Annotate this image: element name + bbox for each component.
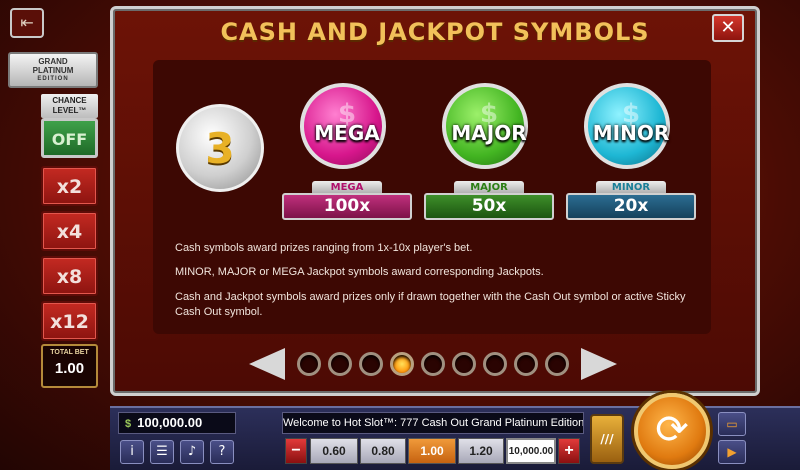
page-dot[interactable]	[545, 352, 569, 376]
menu-button[interactable]: ☰	[150, 440, 174, 464]
jackpot-amount: 50x	[424, 193, 554, 220]
plus-icon: +	[564, 442, 574, 459]
chance-x12-button[interactable]: x12	[41, 301, 98, 341]
page-dot[interactable]	[452, 352, 476, 376]
next-page-arrow[interactable]	[581, 348, 617, 380]
cash-symbol: 3	[176, 104, 264, 192]
stake-option[interactable]: 10,000.00	[506, 438, 556, 464]
total-bet-box: TOTAL BET 1.00	[41, 344, 98, 388]
spin-button[interactable]: ⟳	[634, 393, 710, 469]
speaker-icon: ♪	[187, 444, 197, 459]
page-dot[interactable]	[328, 352, 352, 376]
chance-off-button[interactable]: OFF	[41, 118, 98, 158]
description-line: Cash symbols award prizes ranging from 1…	[175, 242, 473, 254]
exit-icon: ⇤	[20, 13, 34, 32]
edition-line1: GRAND	[38, 57, 68, 66]
page-dot[interactable]	[514, 352, 538, 376]
gamble-button[interactable]: ▭	[718, 412, 746, 436]
autoplay-button[interactable]: ///	[590, 414, 624, 464]
edition-badge: GRAND PLATINUM EDITION	[8, 52, 98, 88]
total-bet-value: 1.00	[54, 360, 85, 377]
stake-option-selected[interactable]: 1.00	[408, 438, 456, 464]
jackpot-amount: 20x	[566, 193, 696, 220]
welcome-ticker: Welcome to Hot Slot™: 777 Cash Out Grand…	[282, 412, 584, 434]
help-button[interactable]: ?	[210, 440, 234, 464]
major-jackpot: MAJOR 50x	[424, 181, 554, 221]
description-line: MINOR, MAJOR or MEGA Jackpot symbols awa…	[175, 266, 544, 278]
question-icon: ?	[218, 444, 226, 459]
mega-coin-label: MEGA	[314, 121, 380, 145]
info-icon: i	[130, 444, 134, 459]
cash-symbol-number: 3	[205, 124, 235, 173]
total-bet-label: TOTAL BET	[50, 349, 89, 356]
minus-icon: −	[291, 442, 301, 459]
page-dot[interactable]	[421, 352, 445, 376]
mega-coin: $ MEGA	[300, 83, 386, 169]
decrease-bet-button[interactable]: −	[285, 438, 307, 464]
jackpot-amount: 100x	[282, 193, 412, 220]
chance-x4-button[interactable]: x4	[41, 211, 98, 251]
major-coin: $ MAJOR	[442, 83, 528, 169]
page-dot[interactable]	[359, 352, 383, 376]
sound-button[interactable]: ♪	[180, 440, 204, 464]
page-dot[interactable]	[297, 352, 321, 376]
exit-button[interactable]: ⇤	[10, 8, 44, 38]
chance-x2-button[interactable]: x2	[41, 166, 98, 206]
edition-line2: PLATINUM	[32, 66, 74, 75]
autoplay-icon: ///	[600, 432, 614, 446]
page-dot-active[interactable]	[390, 352, 414, 376]
spin-arrows-icon: ⟳	[655, 407, 689, 453]
card-icon: ▭	[726, 417, 738, 431]
fast-forward-icon: ▶	[727, 445, 737, 459]
previous-page-arrow[interactable]	[249, 348, 285, 380]
minor-jackpot: MINOR 20x	[566, 181, 696, 221]
description-line: Cash and Jackpot symbols award prizes on…	[175, 291, 686, 318]
minor-coin: $ MINOR	[584, 83, 670, 169]
minor-coin-label: MINOR	[592, 121, 670, 145]
major-coin-label: MAJOR	[451, 121, 527, 145]
close-button[interactable]: ✕	[712, 14, 744, 42]
edition-line3: EDITION	[37, 76, 69, 82]
close-icon: ✕	[720, 17, 736, 38]
chance-x8-button[interactable]: x8	[41, 256, 98, 296]
page-title: CASH AND JACKPOT SYMBOLS	[220, 18, 650, 46]
turbo-button[interactable]: ▶	[718, 440, 746, 464]
stake-option[interactable]: 0.80	[360, 438, 406, 464]
stake-option[interactable]: 0.60	[310, 438, 358, 464]
balance-display: $100,000.00	[118, 412, 236, 434]
chance-level-label: CHANCE LEVEL™	[41, 94, 98, 118]
mega-jackpot: MEGA 100x	[282, 181, 412, 221]
info-button[interactable]: i	[120, 440, 144, 464]
stake-option[interactable]: 1.20	[458, 438, 504, 464]
increase-bet-button[interactable]: +	[558, 438, 580, 464]
balance-value: 100,000.00	[137, 415, 203, 430]
menu-icon: ☰	[156, 444, 168, 459]
money-bag-icon: $	[125, 418, 132, 430]
page-dot[interactable]	[483, 352, 507, 376]
